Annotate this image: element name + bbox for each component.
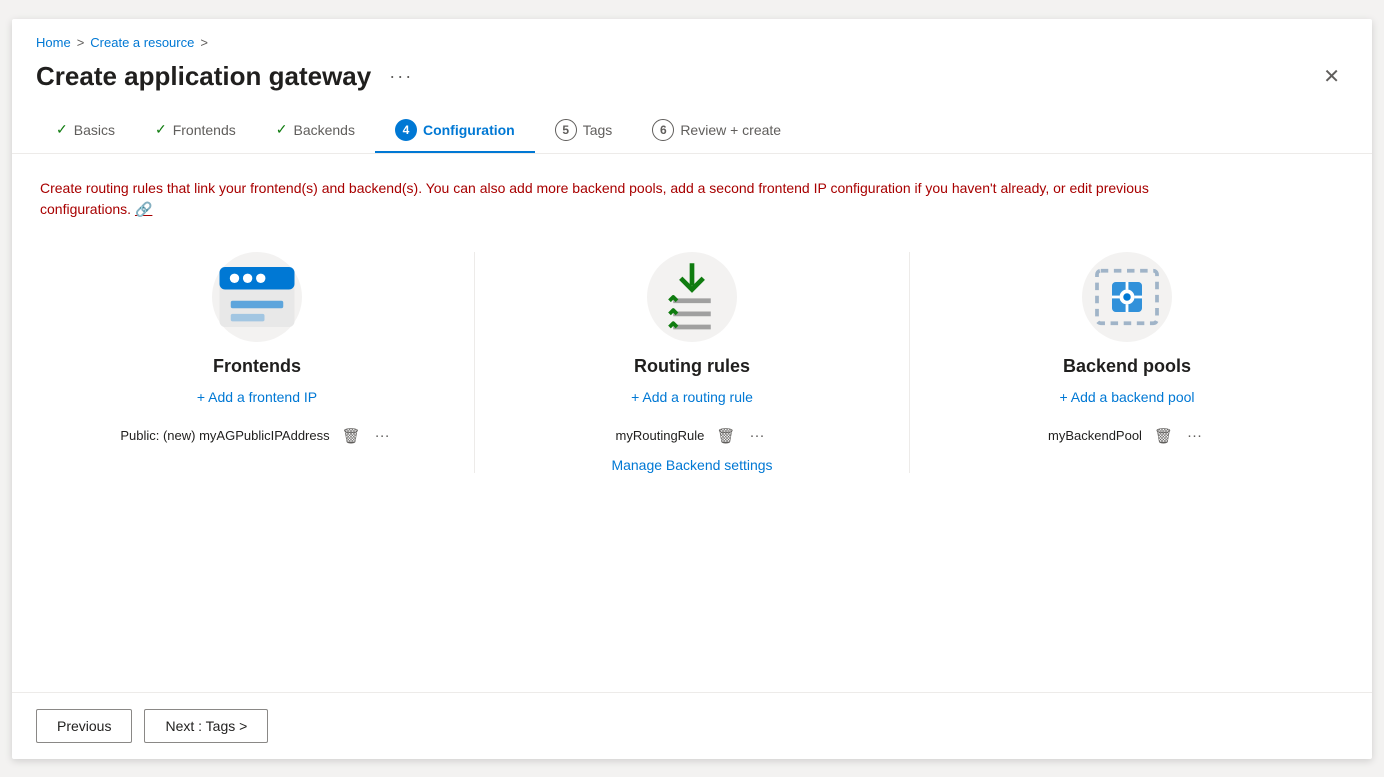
add-backend-pool-link[interactable]: + Add a backend pool [1059, 389, 1194, 405]
tab-num-tags: 5 [555, 119, 577, 141]
breadcrumb: Home > Create a resource > [36, 35, 1348, 50]
delete-frontend-button[interactable]: 🗑 [338, 425, 365, 447]
main-panel: Home > Create a resource > Create applic… [12, 19, 1372, 759]
frontend-item-actions: 🗑 ··· [338, 425, 394, 447]
frontends-icon-circle [212, 252, 302, 342]
delete-routing-button[interactable]: 🗑 [712, 425, 739, 447]
tab-review-label: Review + create [680, 122, 781, 138]
routing-rules-title: Routing rules [634, 356, 750, 377]
frontends-icon [212, 252, 302, 342]
add-frontend-ip-link[interactable]: + Add a frontend IP [197, 389, 317, 405]
routing-item-label: myRoutingRule [616, 428, 705, 443]
tab-backends[interactable]: ✓ Backends [256, 111, 375, 150]
frontends-column: Frontends + Add a frontend IP Public: (n… [40, 252, 475, 473]
more-frontend-button[interactable]: ··· [371, 425, 394, 446]
tabs-bar: ✓ Basics ✓ Frontends ✓ Backends 4 Config… [36, 109, 1348, 153]
backend-item-label: myBackendPool [1048, 428, 1142, 443]
more-options-button[interactable]: ··· [383, 64, 419, 89]
tab-basics-label: Basics [74, 122, 115, 138]
info-link[interactable]: 🔗 [135, 201, 152, 217]
title-left: Create application gateway ··· [36, 61, 419, 92]
routing-icon [647, 252, 737, 342]
backend-pools-column: Backend pools + Add a backend pool myBac… [910, 252, 1344, 473]
backend-item-actions: 🗑 ··· [1150, 425, 1206, 447]
tab-review[interactable]: 6 Review + create [632, 109, 801, 153]
frontend-item-row: Public: (new) myAGPublicIPAddress 🗑 ··· [60, 425, 454, 447]
tab-configuration-label: Configuration [423, 122, 515, 138]
tab-frontends-label: Frontends [173, 122, 236, 138]
breadcrumb-sep1: > [77, 35, 85, 50]
tab-tags[interactable]: 5 Tags [535, 109, 633, 153]
check-icon-backends: ✓ [276, 121, 288, 138]
tab-num-review: 6 [652, 119, 674, 141]
panel-footer: Previous Next : Tags > [12, 692, 1372, 759]
breadcrumb-create-resource[interactable]: Create a resource [90, 35, 194, 50]
breadcrumb-home[interactable]: Home [36, 35, 71, 50]
frontends-title: Frontends [213, 356, 301, 377]
previous-button[interactable]: Previous [36, 709, 132, 743]
check-icon-basics: ✓ [56, 121, 68, 138]
manage-backend-settings-link[interactable]: Manage Backend settings [611, 457, 772, 473]
close-button[interactable]: ✕ [1315, 60, 1348, 93]
tab-num-configuration: 4 [395, 119, 417, 141]
info-text: Create routing rules that link your fron… [40, 178, 1240, 220]
check-icon-frontends: ✓ [155, 121, 167, 138]
backend-item-row: myBackendPool 🗑 ··· [930, 425, 1324, 447]
add-routing-rule-link[interactable]: + Add a routing rule [631, 389, 753, 405]
backend-pools-title: Backend pools [1063, 356, 1191, 377]
tab-basics[interactable]: ✓ Basics [36, 111, 135, 150]
panel-content: Create routing rules that link your fron… [12, 154, 1372, 692]
delete-backend-button[interactable]: 🗑 [1150, 425, 1177, 447]
tab-configuration[interactable]: 4 Configuration [375, 109, 535, 153]
more-backend-button[interactable]: ··· [1183, 425, 1206, 446]
backend-icon-circle [1082, 252, 1172, 342]
page-title: Create application gateway [36, 61, 371, 92]
tab-backends-label: Backends [293, 122, 354, 138]
title-row: Create application gateway ··· ✕ [36, 60, 1348, 93]
routing-icon-circle [647, 252, 737, 342]
backend-icon [1082, 252, 1172, 342]
tab-frontends[interactable]: ✓ Frontends [135, 111, 256, 150]
more-routing-button[interactable]: ··· [745, 425, 768, 446]
frontend-item-label: Public: (new) myAGPublicIPAddress [120, 428, 329, 443]
routing-item-row: myRoutingRule 🗑 ··· [495, 425, 889, 447]
breadcrumb-sep2: > [200, 35, 208, 50]
tab-tags-label: Tags [583, 122, 613, 138]
panel-header: Home > Create a resource > Create applic… [12, 19, 1372, 154]
next-button[interactable]: Next : Tags > [144, 709, 268, 743]
routing-item-actions: 🗑 ··· [712, 425, 768, 447]
routing-rules-column: Routing rules + Add a routing rule myRou… [475, 252, 910, 473]
columns: Frontends + Add a frontend IP Public: (n… [40, 252, 1344, 473]
